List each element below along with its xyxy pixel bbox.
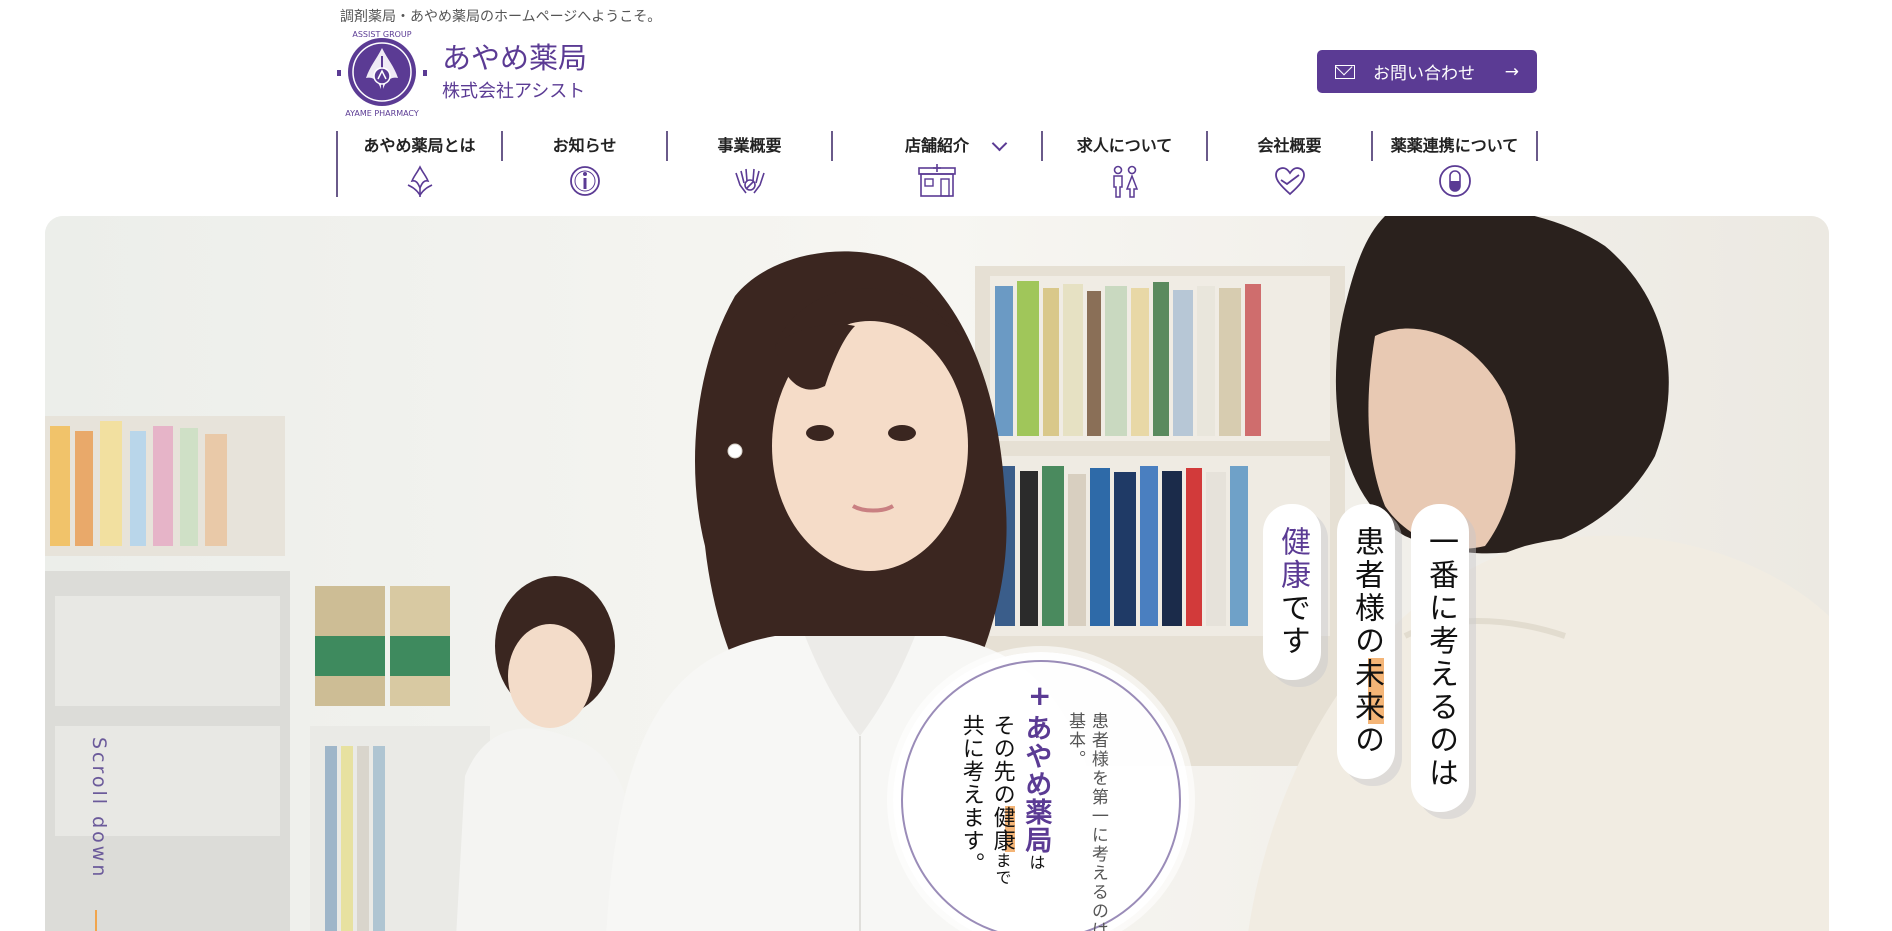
- main-nav: あやめ薬局とは お知らせ 事業概要 店舗紹介 求人について 会社概要 薬薬連携に…: [336, 131, 1538, 198]
- logo-subtitle: 株式会社アシスト: [442, 81, 586, 102]
- scroll-indicator-line: [95, 910, 97, 931]
- nav-item-about[interactable]: あやめ薬局とは: [338, 131, 503, 197]
- heart-hand-icon: [1274, 167, 1305, 196]
- svg-text:AYAME PHARMACY: AYAME PHARMACY: [345, 109, 419, 118]
- nav-item-label: 会社概要: [1257, 136, 1322, 155]
- svg-text:ASSIST GROUP: ASSIST GROUP: [352, 30, 411, 39]
- nav-item-company[interactable]: 会社概要: [1208, 131, 1373, 196]
- nav-item-recruit[interactable]: 求人について: [1043, 131, 1208, 198]
- mail-icon: [1335, 64, 1355, 79]
- contact-button-label: お問い合わせ: [1373, 64, 1475, 84]
- contact-button[interactable]: お問い合わせ →: [1317, 50, 1537, 93]
- catch-pill-3: 健康です: [1263, 504, 1321, 680]
- hands-care-icon: [734, 168, 765, 194]
- site-logo[interactable]: ASSIST GROUP AYAME PHARMACY あやめ薬局 株式会社アシ…: [336, 26, 587, 118]
- nav-item-label: お知らせ: [552, 136, 617, 155]
- capsule-icon: [1438, 165, 1471, 197]
- store-icon: [918, 164, 956, 197]
- nav-item-business[interactable]: 事業概要: [668, 131, 833, 194]
- catch-pill-1: 一番に考えるのは: [1411, 504, 1469, 812]
- nav-item-stores[interactable]: 店舗紹介: [833, 131, 1043, 197]
- site-tagline: 調剤薬局・あやめ薬局のホームページへようこそ。: [340, 9, 662, 25]
- nav-item-label: あやめ薬局とは: [363, 136, 476, 155]
- scroll-down-label[interactable]: Scroll down: [88, 737, 110, 879]
- nav-item-label: 事業概要: [717, 136, 782, 155]
- catch-pill-2: 患者様の未来の: [1337, 504, 1395, 779]
- nav-item-pharmacy-link[interactable]: 薬薬連携について: [1373, 131, 1538, 197]
- arrow-right-icon: →: [1504, 61, 1519, 82]
- nav-item-label: 求人について: [1076, 136, 1173, 155]
- hero-section: 一番に考えるのは 患者様の未来の 健康です + 患者様を第一に考えるのは基本。 …: [45, 216, 1829, 931]
- people-icon: [1112, 165, 1138, 198]
- iris-flower-icon: [407, 165, 432, 197]
- nav-item-label: 薬薬連携について: [1390, 136, 1519, 155]
- message-circle: + 患者様を第一に考えるのは基本。 あやめ薬局は その先の健康まで 共に考えます…: [893, 652, 1189, 931]
- plus-icon: +: [1028, 679, 1052, 712]
- circle-subcopy: 患者様を第一に考えるのは基本。: [1064, 712, 1108, 931]
- iris-logo-icon: ASSIST GROUP AYAME PHARMACY: [337, 30, 427, 118]
- logo-title: あやめ薬局: [442, 41, 588, 75]
- info-icon: [569, 166, 600, 196]
- nav-item-news[interactable]: お知らせ: [503, 131, 668, 196]
- circle-maincopy: あやめ薬局は その先の健康まで 共に考えます。: [958, 714, 1052, 886]
- nav-item-label: 店舗紹介: [904, 136, 969, 155]
